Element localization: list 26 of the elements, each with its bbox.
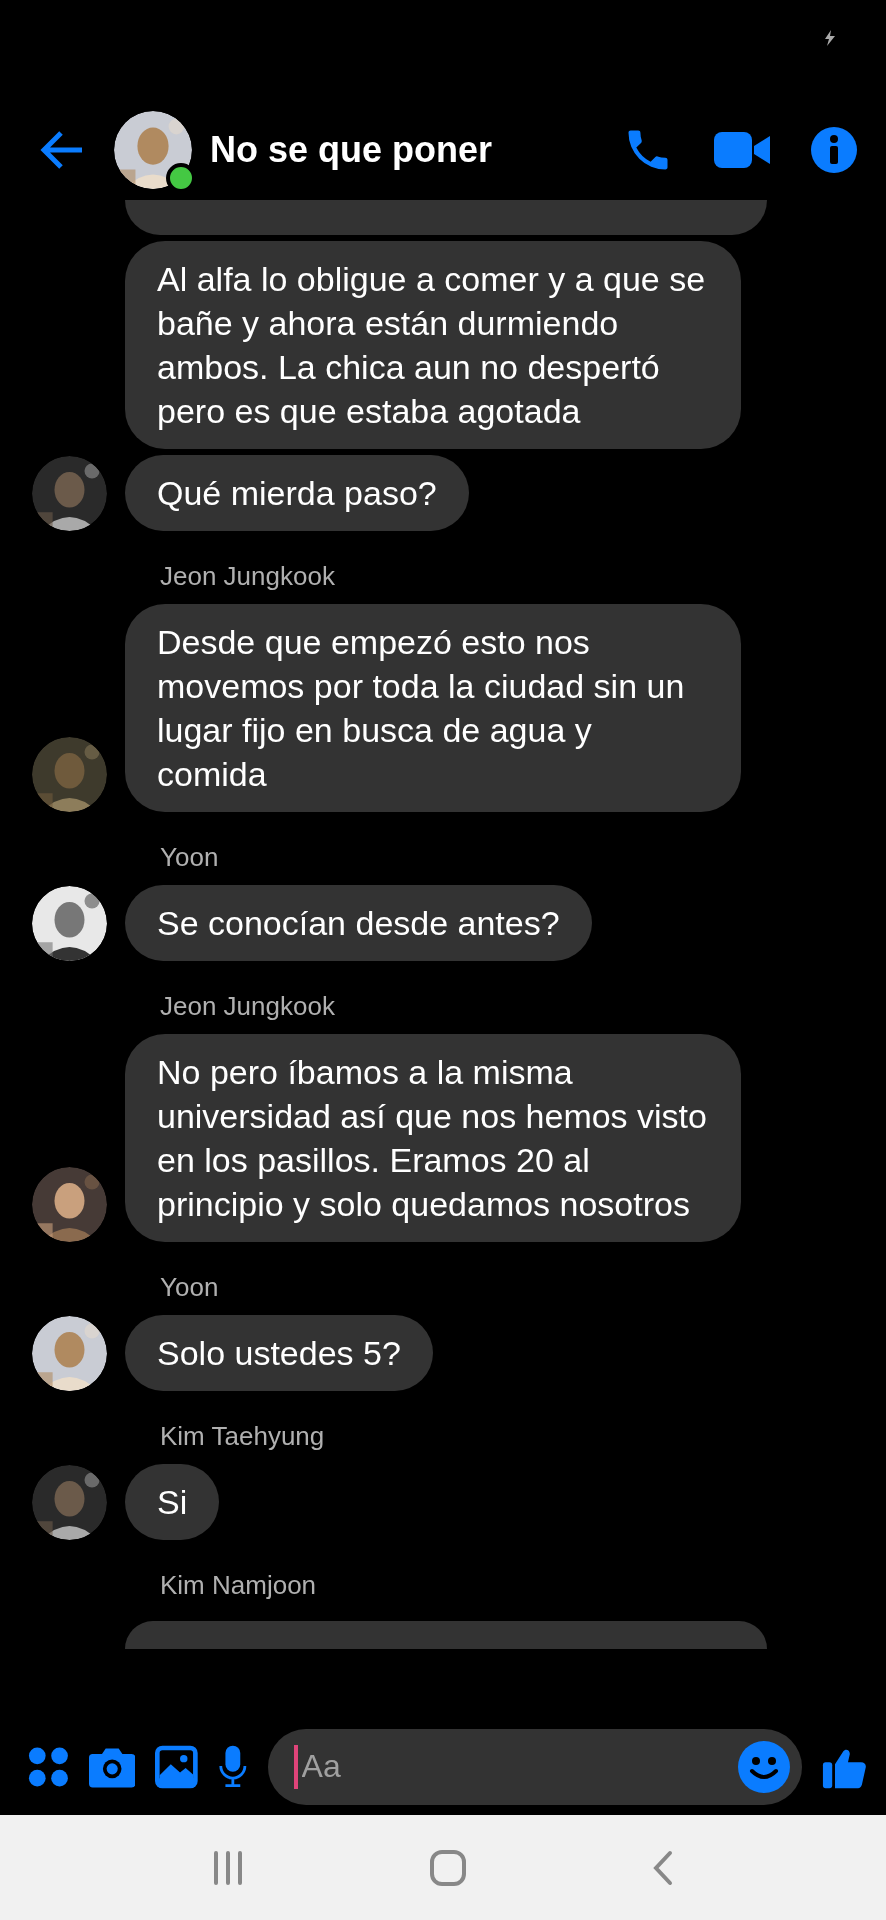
emoji-icon[interactable]: [737, 1740, 790, 1793]
message-bubble: Se conocían desde antes?: [125, 885, 592, 961]
message-bubble: Desde que empezó esto nos movemos por toda la ciudad sin un lugar fijo en busca de agua y comida: [125, 604, 741, 812]
message-bubble: No pero íbamos a la misma universidad así que nos hemos visto en los pasillos. Eramos 20 al principio y solo quedamos nosotros: [125, 1034, 741, 1242]
sender-name: Yoon: [160, 1272, 220, 1303]
image-icon[interactable]: [155, 1743, 198, 1790]
microphone-icon[interactable]: [217, 1743, 248, 1790]
back-arrow-icon[interactable]: [40, 130, 84, 170]
message-input[interactable]: Aa: [267, 1728, 802, 1805]
video-camera-icon[interactable]: [714, 130, 770, 170]
recent-apps-icon[interactable]: [213, 1850, 244, 1885]
info-icon[interactable]: [810, 126, 858, 174]
sender-name: Jeon Jungkook: [160, 991, 336, 1022]
charging-icon: [824, 30, 836, 46]
sender-name: Kim Namjoon: [160, 1570, 318, 1601]
message-bubble: Si: [125, 1464, 220, 1540]
message-bubble: Qué mierda paso?: [125, 455, 469, 531]
home-icon[interactable]: [430, 1849, 466, 1886]
text-cursor: [293, 1744, 298, 1789]
message-bubble: Al alfa lo obligue a comer y a que se bañe y ahora están durmiendo ambos. La chica aun no despertó pero es que estaba agotada: [125, 241, 741, 449]
sender-name: Jeon Jungkook: [160, 561, 336, 592]
message-bubble: Solo ustedes 5?: [125, 1315, 433, 1391]
chat-title[interactable]: No se que poner: [210, 129, 622, 171]
sender-name: Yoon: [160, 842, 220, 873]
sender-name: Kim Taehyung: [160, 1421, 326, 1452]
back-icon[interactable]: [652, 1849, 673, 1886]
